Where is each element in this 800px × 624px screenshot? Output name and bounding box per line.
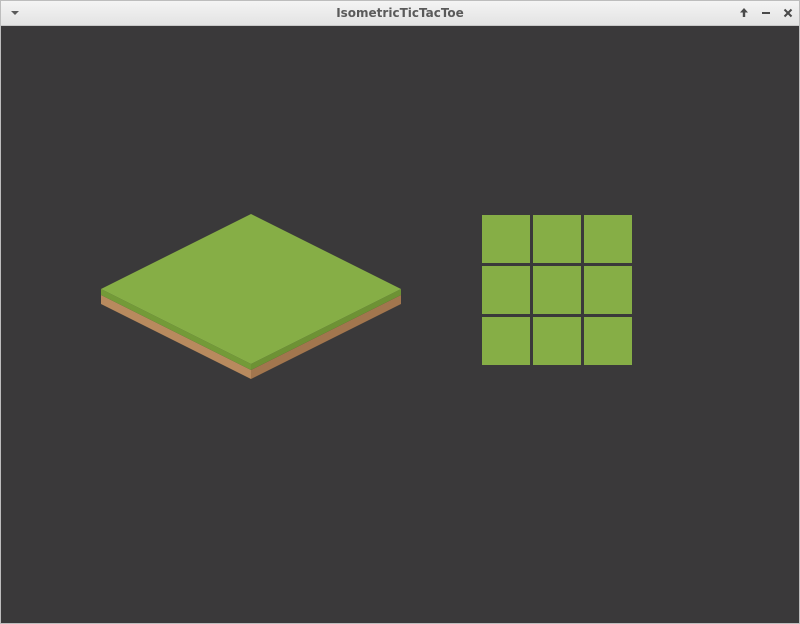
grid-cell-1-2[interactable] bbox=[584, 266, 632, 314]
arrow-up-icon[interactable] bbox=[736, 5, 752, 21]
grid-cell-0-1[interactable] bbox=[533, 215, 581, 263]
app-window: IsometricTicTacToe bbox=[0, 0, 800, 624]
grid-cell-1-1[interactable] bbox=[533, 266, 581, 314]
grid-cell-2-2[interactable] bbox=[584, 317, 632, 365]
grid-cell-2-0[interactable] bbox=[482, 317, 530, 365]
grid-cell-0-0[interactable] bbox=[482, 215, 530, 263]
game-canvas bbox=[1, 26, 799, 623]
close-icon[interactable] bbox=[780, 5, 796, 21]
minus-icon[interactable] bbox=[758, 5, 774, 21]
iso-board-top[interactable] bbox=[101, 214, 401, 364]
grid-board bbox=[482, 215, 632, 365]
grid-cell-1-0[interactable] bbox=[482, 266, 530, 314]
isometric-board[interactable] bbox=[101, 214, 403, 382]
grid-cell-0-2[interactable] bbox=[584, 215, 632, 263]
window-title: IsometricTicTacToe bbox=[336, 6, 464, 20]
grid-cell-2-1[interactable] bbox=[533, 317, 581, 365]
title-bar[interactable]: IsometricTicTacToe bbox=[1, 1, 799, 26]
